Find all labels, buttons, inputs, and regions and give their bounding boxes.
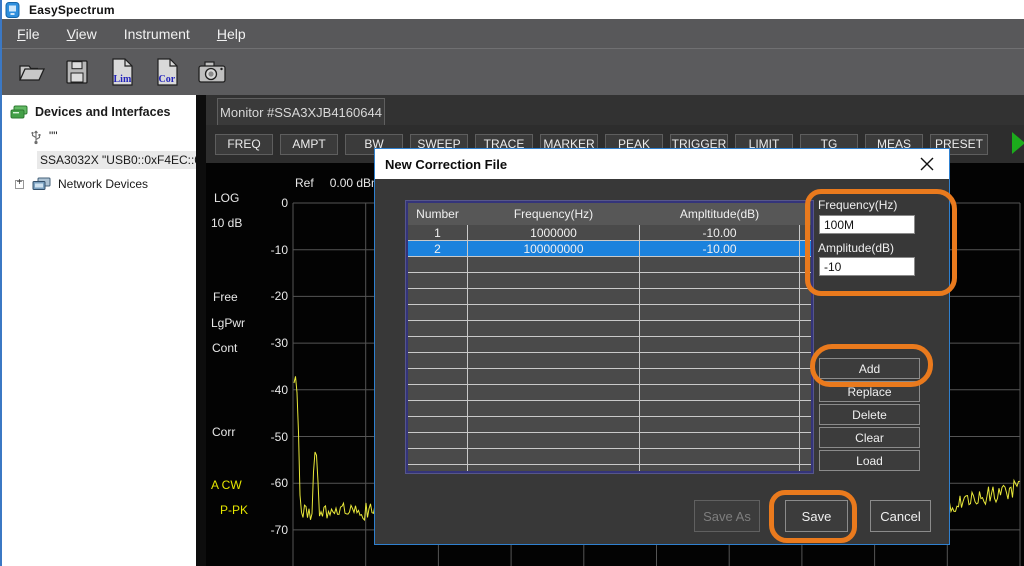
table-body: 1 1000000 -10.00 2 100000000 -10.00 [408, 225, 811, 473]
tab-bar: Monitor #SSA3XJB4160644 [206, 95, 1024, 125]
save-file-button[interactable] [57, 53, 97, 91]
correction-document-icon: Cor [154, 57, 180, 87]
close-icon[interactable] [917, 154, 937, 174]
y-axis-tick: -50 [242, 430, 288, 444]
cancel-button[interactable]: Cancel [870, 500, 931, 532]
amplitude-label: Amplitude(dB) [818, 241, 894, 255]
scale-div-label: 10 dB [211, 216, 242, 230]
new-correction-file-dialog: New Correction File Number Frequency(Hz)… [374, 148, 950, 545]
limit-file-button[interactable]: Lim [102, 53, 142, 91]
toolbar: Lim Cor [2, 48, 1024, 95]
edit-button[interactable]: Delete [819, 404, 920, 425]
svg-text:Cor: Cor [159, 74, 176, 85]
expand-icon[interactable] [15, 180, 24, 189]
y-axis-tick: -30 [242, 336, 288, 350]
camera-icon [196, 58, 228, 86]
tab-monitor[interactable]: Monitor #SSA3XJB4160644 [217, 98, 385, 125]
menu-item[interactable]: File [7, 22, 50, 46]
device-tree: Devices and Interfaces "" SSA303 [2, 95, 196, 566]
peak-mode-label: P-PK [220, 503, 248, 517]
edit-button[interactable]: Clear [819, 427, 920, 448]
correction-file-button[interactable]: Cor [147, 53, 187, 91]
pane-splitter[interactable] [196, 95, 206, 566]
table-empty-row[interactable] [408, 385, 811, 401]
dialog-title: New Correction File [385, 157, 507, 172]
table-empty-row[interactable] [408, 289, 811, 305]
menu-bar: File View Instrument Help [2, 19, 1024, 48]
softkey-button[interactable]: AMPT [280, 134, 338, 155]
save-as-button[interactable]: Save As [694, 500, 760, 532]
table-empty-row[interactable] [408, 305, 811, 321]
scale-type-label: LOG [214, 191, 239, 205]
table-row[interactable]: 1 1000000 -10.00 [408, 225, 811, 241]
correction-points-table: Number Frequency(Hz) Ampltitude(dB) 1 10… [406, 201, 813, 473]
tree-item-usb-empty[interactable]: "" [2, 124, 196, 148]
y-axis-tick: -60 [242, 476, 288, 490]
frequency-input[interactable] [819, 215, 915, 234]
table-row[interactable]: 2 100000000 -10.00 [408, 241, 811, 257]
header-number: Number [408, 203, 468, 225]
menu-item[interactable]: Help [207, 22, 256, 46]
selected-device-label: SSA3032X "USB0::0xF4EC::0 [37, 151, 196, 169]
edit-button[interactable]: Load [819, 450, 920, 471]
table-empty-row[interactable] [408, 353, 811, 369]
table-empty-row[interactable] [408, 417, 811, 433]
sweep-mode-label: Cont [212, 341, 237, 355]
app-icon [5, 2, 21, 18]
table-empty-row[interactable] [408, 337, 811, 353]
network-devices-icon [32, 177, 51, 192]
amplitude-input[interactable] [819, 257, 915, 276]
detector-label: A CW [211, 478, 242, 492]
table-empty-row[interactable] [408, 321, 811, 337]
usb-icon [30, 128, 42, 145]
save-floppy-icon [63, 58, 91, 86]
header-amplitude: Ampltitude(dB) [640, 203, 800, 225]
save-button[interactable]: Save [785, 500, 848, 532]
table-header: Number Frequency(Hz) Ampltitude(dB) [408, 203, 811, 225]
open-file-button[interactable] [12, 53, 52, 91]
y-axis-tick: -20 [242, 289, 288, 303]
window-titlebar: EasySpectrum [2, 0, 1024, 19]
correction-label: Corr [212, 425, 235, 439]
dialog-titlebar: New Correction File [375, 149, 949, 179]
table-empty-row[interactable] [408, 273, 811, 289]
edit-button[interactable]: Replace [819, 381, 920, 402]
trigger-label: Free [213, 290, 238, 304]
table-empty-row[interactable] [408, 449, 811, 465]
table-empty-row[interactable] [408, 465, 811, 473]
menu-item[interactable]: Instrument [114, 22, 200, 46]
menu-item[interactable]: View [57, 22, 107, 46]
table-empty-row[interactable] [408, 401, 811, 417]
play-icon[interactable] [1012, 132, 1024, 154]
reference-level: Ref 0.00 dBm [295, 176, 381, 190]
y-axis-tick: -70 [242, 523, 288, 537]
tree-item-ssa3032x[interactable]: SSA3032X "USB0::0xF4EC::0 [2, 148, 196, 172]
easyspectrum-window: EasySpectrum File View Instrument Help [0, 0, 1024, 566]
limit-document-icon: Lim [109, 57, 135, 87]
open-folder-icon [17, 58, 47, 86]
edit-buttons: Add Replace Delete Clear Load [819, 358, 920, 471]
table-empty-row[interactable] [408, 257, 811, 273]
y-axis-tick: -40 [242, 383, 288, 397]
app-title: EasySpectrum [29, 3, 115, 17]
svg-text:Lim: Lim [114, 74, 132, 85]
softkey-button[interactable]: FREQ [215, 134, 273, 155]
header-frequency: Frequency(Hz) [468, 203, 640, 225]
frequency-label: Frequency(Hz) [818, 198, 897, 212]
table-empty-row[interactable] [408, 433, 811, 449]
power-label: LgPwr [211, 316, 245, 330]
tree-item-devices-and-interfaces[interactable]: Devices and Interfaces [2, 100, 196, 124]
table-empty-row[interactable] [408, 369, 811, 385]
tree-item-network-devices[interactable]: Network Devices [2, 172, 196, 196]
y-axis-tick: -10 [242, 243, 288, 257]
devices-icon [10, 105, 28, 120]
y-axis-tick: 0 [242, 196, 288, 210]
screenshot-button[interactable] [192, 53, 232, 91]
edit-button[interactable]: Add [819, 358, 920, 379]
